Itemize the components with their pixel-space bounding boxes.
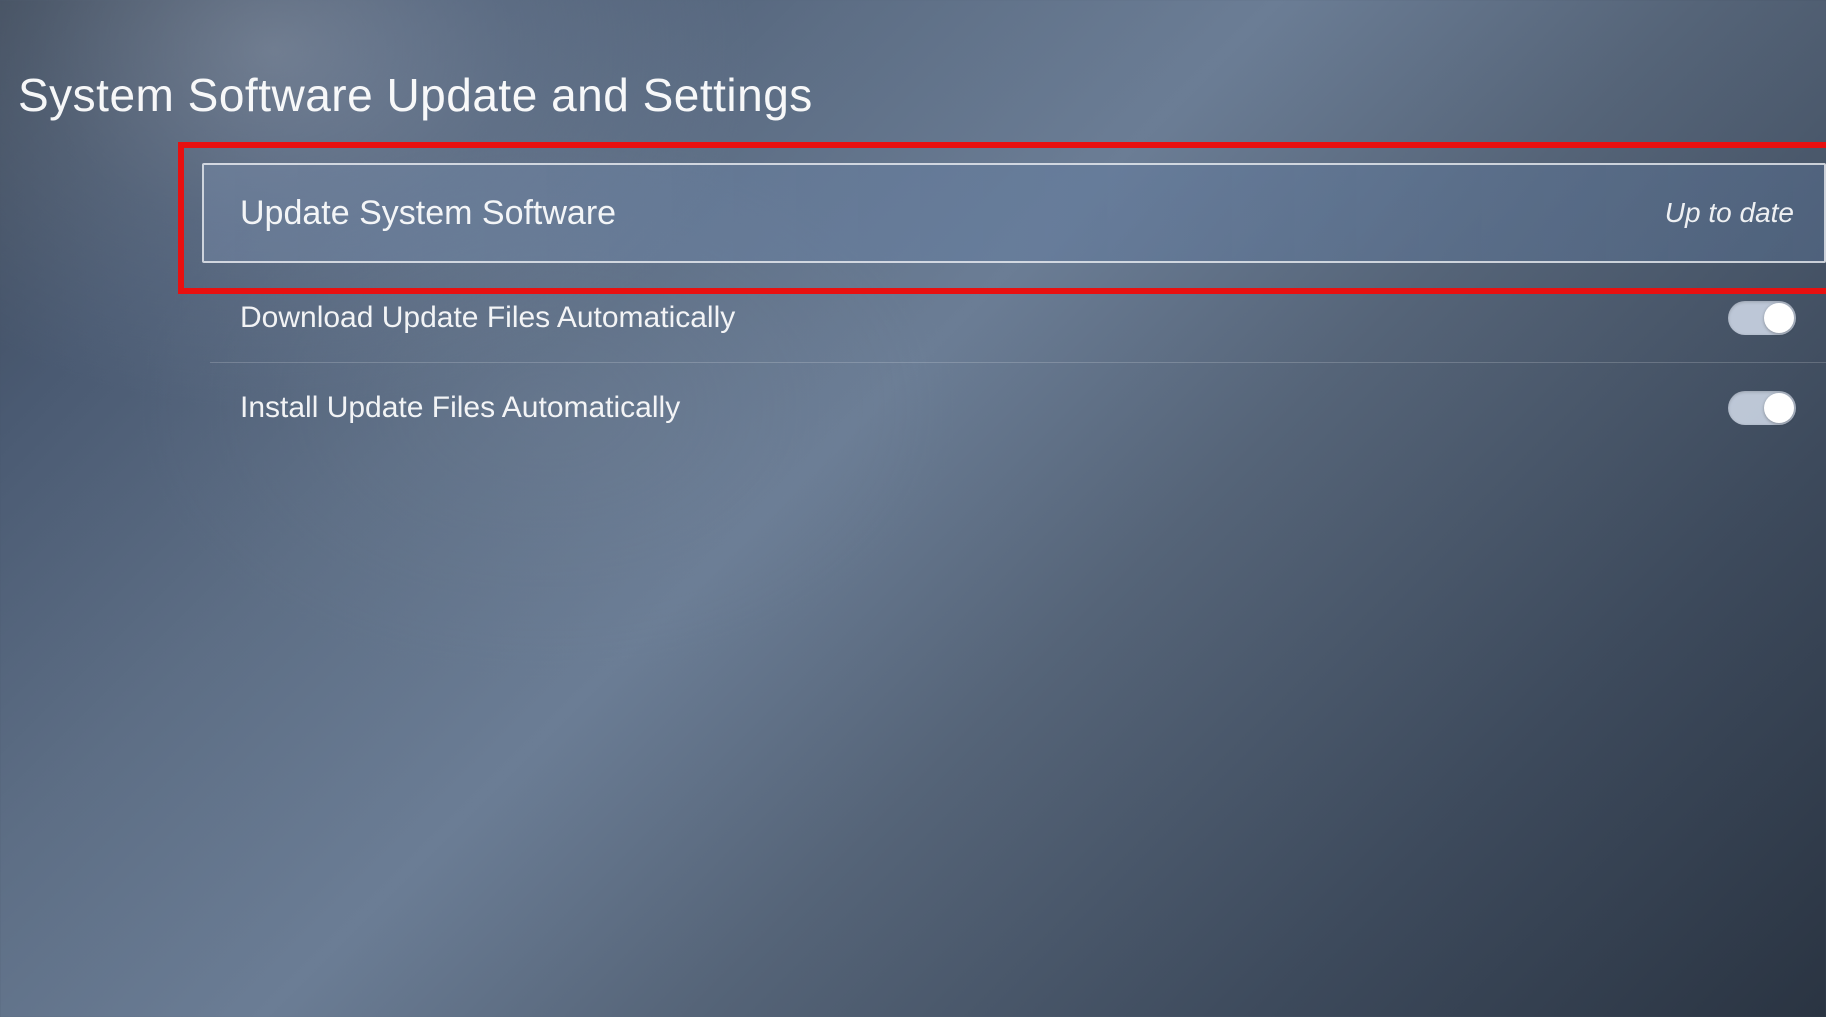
row-label: Download Update Files Automatically [240,301,735,335]
download-update-toggle[interactable] [1728,301,1796,335]
toggle-knob-icon [1764,303,1794,333]
row-label: Install Update Files Automatically [240,391,680,425]
update-system-software-row[interactable]: Update System Software Up to date [202,163,1826,263]
page-title: System Software Update and Settings [18,68,813,122]
row-status: Up to date [1665,197,1794,229]
download-update-files-row[interactable]: Download Update Files Automatically [210,273,1826,363]
row-label: Update System Software [234,194,616,233]
install-update-files-row[interactable]: Install Update Files Automatically [210,363,1826,453]
settings-list: Update System Software Up to date Downlo… [210,163,1826,453]
toggle-knob-icon [1764,393,1794,423]
install-update-toggle[interactable] [1728,391,1796,425]
